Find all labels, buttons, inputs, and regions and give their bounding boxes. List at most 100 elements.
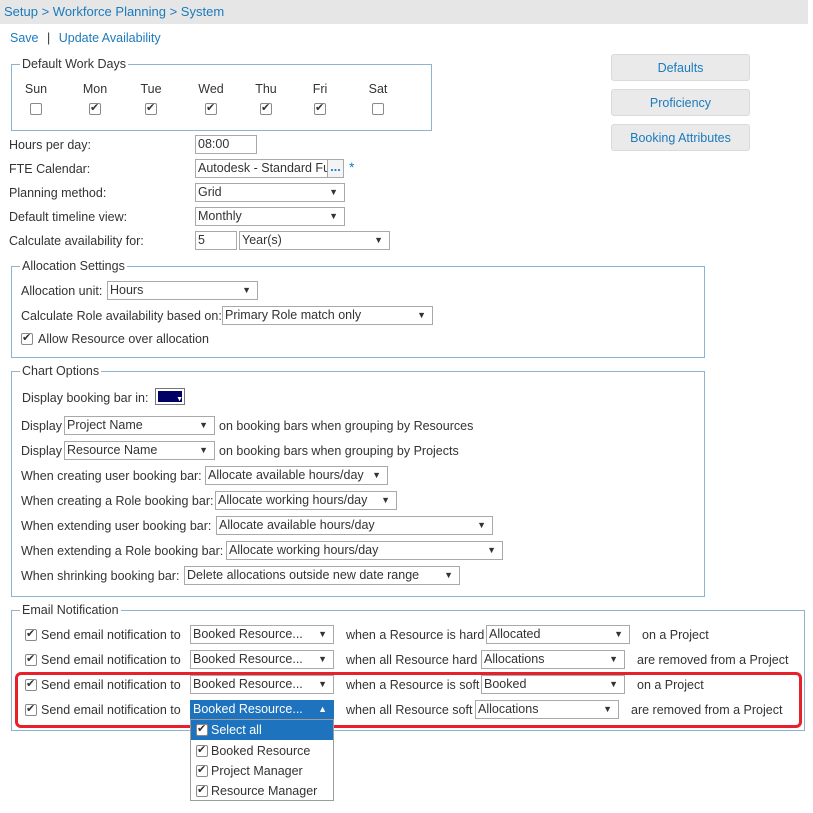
display-projects-suffix: on booking bars when grouping by Project… bbox=[219, 444, 459, 458]
recipient-select[interactable]: Booked Resource... ▼ bbox=[190, 650, 334, 669]
chevron-down-icon: ▼ bbox=[329, 187, 338, 197]
email-notification-legend: Email Notification bbox=[22, 603, 119, 617]
chevron-down-icon: ▼ bbox=[374, 235, 383, 245]
display-projects-prefix: Display bbox=[21, 444, 62, 458]
work-day-label-fri: Fri bbox=[312, 82, 328, 96]
extend-user-bar-value: Allocate available hours/day bbox=[219, 518, 375, 532]
chevron-down-icon: ▼ bbox=[444, 570, 453, 580]
create-role-bar-select[interactable]: Allocate working hours/day ▼ bbox=[215, 491, 397, 510]
defaults-button[interactable]: Defaults bbox=[611, 54, 750, 81]
proficiency-button[interactable]: Proficiency bbox=[611, 89, 750, 116]
dropdown-option[interactable]: Resource Manager bbox=[191, 781, 333, 800]
allocation-unit-value: Hours bbox=[110, 283, 144, 297]
link-separator: | bbox=[46, 31, 51, 45]
work-day-label-wed: Wed bbox=[198, 82, 224, 96]
email-row-condition: when all Resource hard bbox=[346, 653, 478, 667]
update-availability-link[interactable]: Update Availability bbox=[59, 31, 161, 45]
recipient-select[interactable]: Booked Resource... ▼ bbox=[190, 625, 334, 644]
dropdown-option-checkbox[interactable] bbox=[196, 743, 208, 757]
email-row-checkbox[interactable] bbox=[25, 627, 37, 641]
email-row-checkbox[interactable] bbox=[25, 652, 37, 666]
create-user-bar-select[interactable]: Allocate available hours/day ▼ bbox=[205, 466, 388, 485]
allocation-settings-legend: Allocation Settings bbox=[22, 259, 125, 273]
chevron-down-icon: ▼ bbox=[199, 445, 208, 455]
planning-method-label: Planning method: bbox=[9, 186, 107, 200]
required-indicator: * bbox=[349, 159, 355, 175]
calculate-availability-number[interactable]: 5 bbox=[195, 231, 237, 250]
work-day-checkbox-fri[interactable] bbox=[314, 101, 326, 115]
chevron-down-icon: ▼ bbox=[329, 211, 338, 221]
work-day-label-sun: Sun bbox=[24, 82, 48, 96]
email-row-prefix: Send email notification to bbox=[41, 628, 181, 642]
email-row-suffix: are removed from a Project bbox=[637, 653, 789, 667]
email-row-prefix: Send email notification to bbox=[41, 653, 181, 667]
chevron-down-icon: ▼ bbox=[176, 396, 183, 403]
work-day-label-sat: Sat bbox=[368, 82, 388, 96]
dropdown-option-checkbox[interactable] bbox=[196, 722, 208, 736]
chevron-down-icon: ▼ bbox=[372, 470, 381, 480]
chevron-down-icon: ▼ bbox=[318, 654, 327, 664]
over-allocation-label: Allow Resource over allocation bbox=[38, 332, 209, 346]
display-resources-suffix: on booking bars when grouping by Resourc… bbox=[219, 419, 474, 433]
chevron-down-icon: ▼ bbox=[199, 420, 208, 430]
save-link[interactable]: Save bbox=[10, 31, 39, 45]
status-select[interactable]: Allocated ▼ bbox=[486, 625, 630, 644]
timeline-view-value: Monthly bbox=[198, 209, 242, 223]
recipient-value: Booked Resource... bbox=[193, 652, 303, 666]
timeline-view-select[interactable]: Monthly ▼ bbox=[195, 207, 345, 226]
chevron-down-icon: ▼ bbox=[614, 629, 623, 639]
role-availability-select[interactable]: Primary Role match only ▼ bbox=[222, 306, 433, 325]
extend-user-bar-select[interactable]: Allocate available hours/day ▼ bbox=[216, 516, 493, 535]
recipient-dropdown-list[interactable]: Select all Booked Resource Project Manager… bbox=[190, 719, 334, 801]
work-day-checkbox-mon[interactable] bbox=[89, 101, 101, 115]
dropdown-option[interactable]: Project Manager bbox=[191, 761, 333, 781]
dropdown-option-label: Resource Manager bbox=[211, 784, 318, 798]
chevron-down-icon: ▼ bbox=[242, 285, 251, 295]
allocation-unit-label: Allocation unit: bbox=[21, 284, 103, 298]
dropdown-option[interactable]: Booked Resource bbox=[191, 741, 333, 761]
role-availability-label: Calculate Role availability based on: bbox=[21, 309, 222, 323]
shrink-bar-select[interactable]: Delete allocations outside new date rang… bbox=[184, 566, 460, 585]
fte-calendar-input[interactable]: Autodesk - Standard Fu bbox=[195, 159, 328, 178]
work-day-checkbox-sat[interactable] bbox=[372, 103, 384, 115]
default-work-days-legend: Default Work Days bbox=[22, 57, 126, 71]
hours-per-day-input[interactable]: 08:00 bbox=[195, 135, 257, 154]
planning-method-select[interactable]: Grid ▼ bbox=[195, 183, 345, 202]
create-user-bar-label: When creating user booking bar: bbox=[21, 469, 202, 483]
calculate-availability-unit-value: Year(s) bbox=[242, 233, 282, 247]
display-projects-select[interactable]: Resource Name ▼ bbox=[64, 441, 215, 460]
dropdown-option-checkbox[interactable] bbox=[196, 783, 208, 797]
fte-calendar-browse-button[interactable]: ... bbox=[327, 159, 344, 178]
booking-bar-color-label: Display booking bar in: bbox=[22, 391, 149, 405]
work-day-checkbox-tue[interactable] bbox=[145, 101, 157, 115]
hours-per-day-label: Hours per day: bbox=[9, 138, 91, 152]
calculate-availability-label: Calculate availability for: bbox=[9, 234, 144, 248]
allocation-unit-select[interactable]: Hours ▼ bbox=[107, 281, 258, 300]
create-role-bar-value: Allocate working hours/day bbox=[218, 493, 368, 507]
calculate-availability-unit-select[interactable]: Year(s) ▼ bbox=[239, 231, 390, 250]
booking-bar-color-picker[interactable]: ▼ bbox=[155, 388, 185, 405]
display-resources-value: Project Name bbox=[67, 418, 143, 432]
over-allocation-checkbox[interactable] bbox=[21, 331, 33, 345]
dropdown-option[interactable]: Select all bbox=[191, 720, 333, 740]
extend-role-bar-label: When extending a Role booking bar: bbox=[21, 544, 224, 558]
work-day-checkbox-thu[interactable] bbox=[260, 101, 272, 115]
work-day-label-thu: Thu bbox=[255, 82, 277, 96]
create-user-bar-value: Allocate available hours/day bbox=[208, 468, 364, 482]
chevron-down-icon: ▼ bbox=[381, 495, 390, 505]
shrink-bar-value: Delete allocations outside new date rang… bbox=[187, 568, 420, 582]
chevron-down-icon: ▼ bbox=[477, 520, 486, 530]
chevron-down-icon: ▼ bbox=[487, 545, 496, 555]
planning-method-value: Grid bbox=[198, 185, 222, 199]
status-select[interactable]: Allocations ▼ bbox=[481, 650, 625, 669]
work-day-checkbox-wed[interactable] bbox=[205, 101, 217, 115]
fte-calendar-label: FTE Calendar: bbox=[9, 162, 91, 176]
display-resources-select[interactable]: Project Name ▼ bbox=[64, 416, 215, 435]
dropdown-option-checkbox[interactable] bbox=[196, 763, 208, 777]
work-day-checkbox-sun[interactable] bbox=[30, 103, 42, 115]
shrink-bar-label: When shrinking booking bar: bbox=[21, 569, 180, 583]
booking-attributes-button[interactable]: Booking Attributes bbox=[611, 124, 750, 151]
extend-role-bar-select[interactable]: Allocate working hours/day ▼ bbox=[226, 541, 503, 560]
extend-user-bar-label: When extending user booking bar: bbox=[21, 519, 212, 533]
chevron-down-icon: ▼ bbox=[417, 310, 426, 320]
